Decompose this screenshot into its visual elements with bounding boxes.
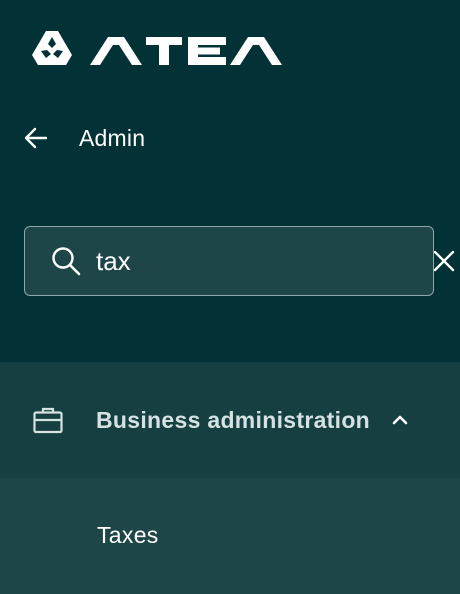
search-icon: [50, 245, 82, 277]
arrow-left-icon: [22, 124, 50, 152]
search-box[interactable]: [24, 226, 455, 296]
back-label: Admin: [79, 124, 146, 151]
chevron-up-icon[interactable]: [390, 410, 410, 430]
briefcase-icon: [32, 404, 64, 436]
nav-item-label: Taxes: [97, 522, 159, 548]
close-icon[interactable]: [431, 248, 457, 274]
back-to-admin-link[interactable]: Admin: [22, 116, 145, 160]
nav-section-label: Business administration: [96, 406, 371, 433]
nav-item-taxes[interactable]: Taxes: [0, 478, 460, 594]
nav-section-business-administration[interactable]: Business administration: [0, 362, 460, 478]
atera-logo[interactable]: [30, 29, 284, 67]
atera-wordmark: [90, 37, 282, 65]
atera-logo-icon: [32, 31, 72, 65]
search-input[interactable]: [96, 241, 431, 281]
